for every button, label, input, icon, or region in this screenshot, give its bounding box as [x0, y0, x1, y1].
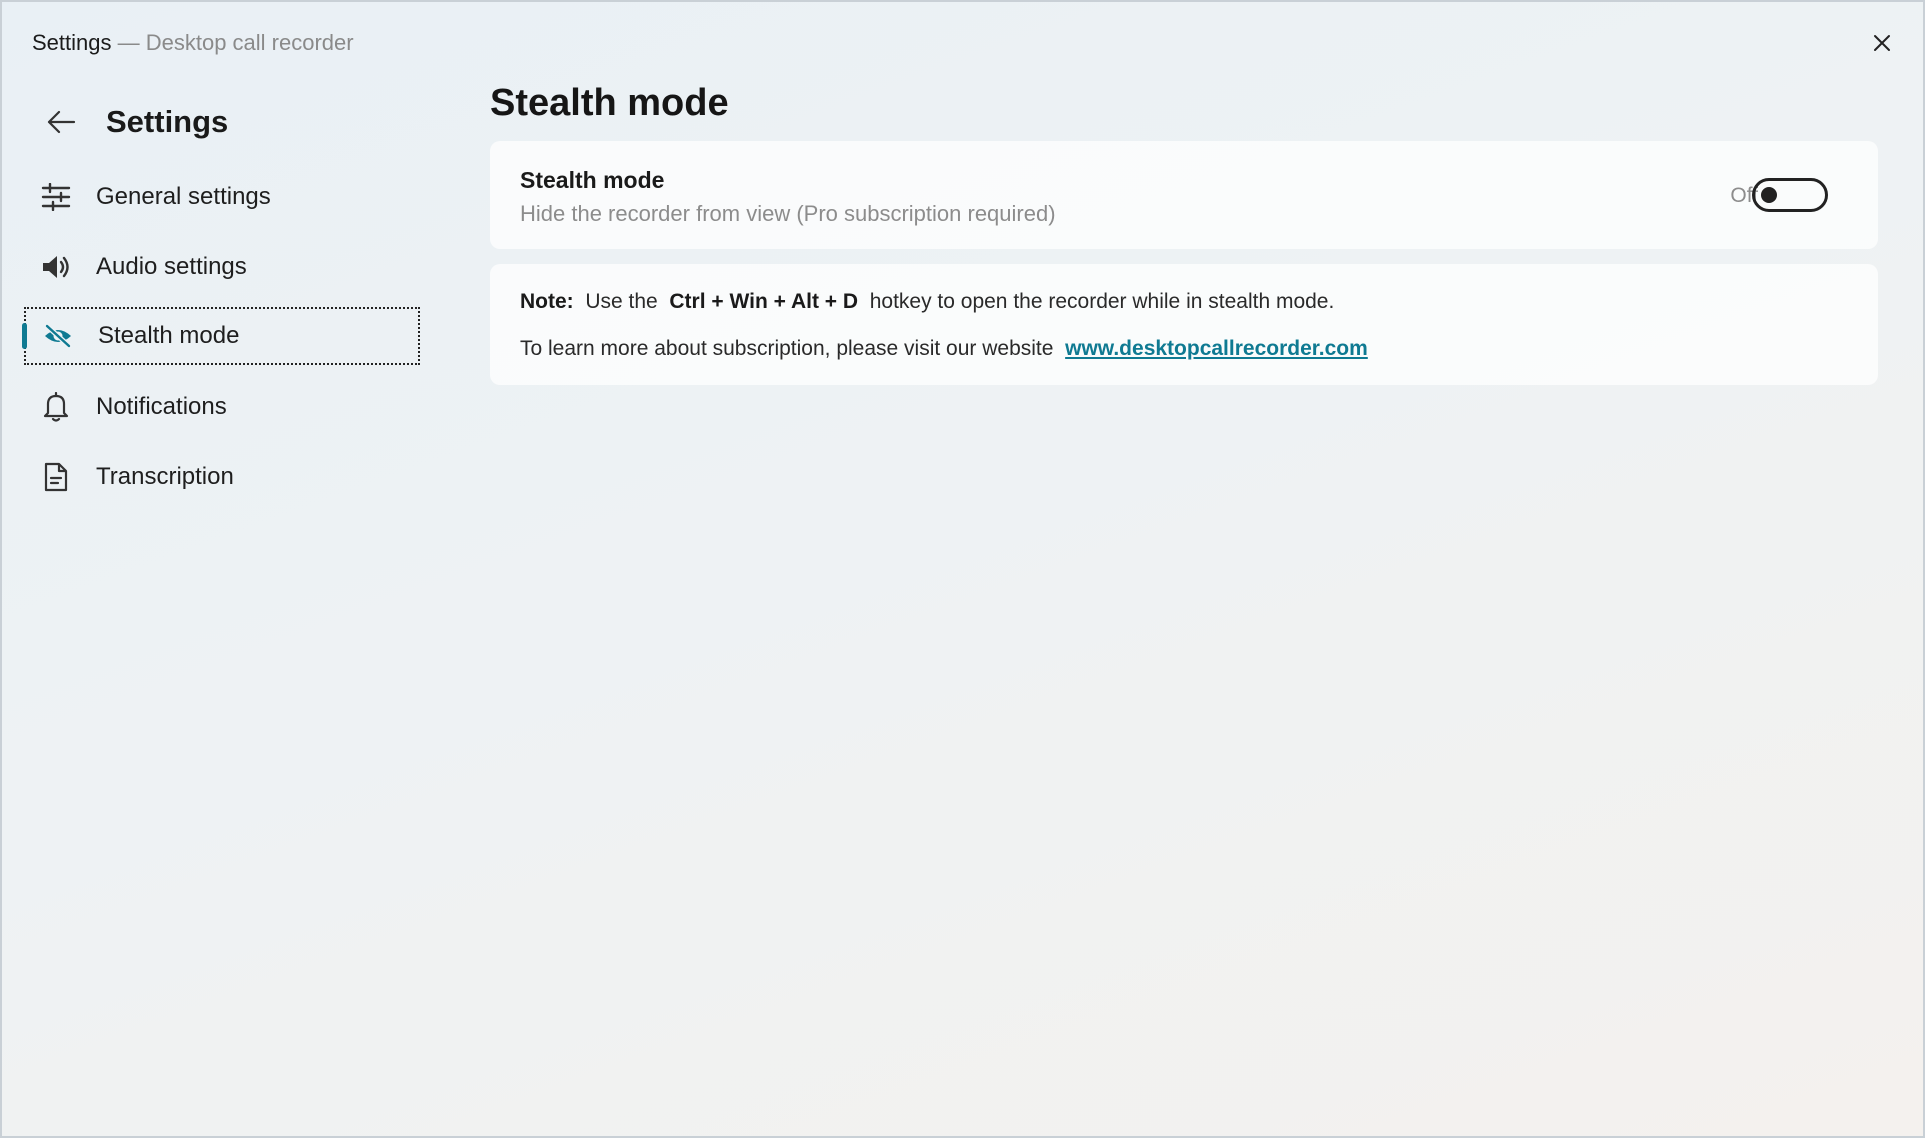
sidebar-item-audio-settings[interactable]: Audio settings [24, 238, 420, 296]
note-prefix: Use the [585, 290, 658, 313]
sidebar-item-label: Transcription [96, 463, 234, 490]
toggle-knob [1761, 187, 1777, 203]
sidebar-title: Settings [106, 104, 229, 139]
active-indicator [22, 323, 27, 349]
bell-icon [36, 387, 76, 427]
stealth-mode-card: Stealth mode Hide the recorder from view… [490, 141, 1878, 249]
stealth-mode-description: Hide the recorder from view (Pro subscri… [520, 201, 1056, 226]
arrow-left-icon [47, 110, 76, 134]
title-bar: Settings — Desktop call recorder [2, 2, 1923, 82]
sidebar-header: Settings [32, 94, 228, 150]
settings-window: Settings — Desktop call recorder Setting… [0, 0, 1925, 1138]
document-icon [36, 457, 76, 497]
note-label: Note: [520, 290, 574, 313]
sidebar-item-label: Stealth mode [98, 322, 240, 349]
sidebar-item-stealth-mode[interactable]: Stealth mode [22, 307, 420, 365]
note-card: Note: Use the Ctrl + Win + Alt + D hotke… [490, 264, 1878, 385]
website-link[interactable]: www.desktopcallrecorder.com [1065, 337, 1368, 360]
window-title-subtitle: Desktop call recorder [145, 30, 354, 55]
stealth-mode-toggle[interactable] [1752, 178, 1828, 212]
sliders-icon [36, 177, 76, 217]
sidebar-item-transcription[interactable]: Transcription [24, 448, 420, 506]
window-title-separator: — [111, 30, 146, 55]
sidebar-item-label: Notifications [96, 393, 227, 420]
sidebar-item-notifications[interactable]: Notifications [24, 378, 420, 436]
close-icon [1874, 35, 1890, 51]
window-title: Settings — Desktop call recorder [32, 30, 354, 56]
sidebar-item-general-settings[interactable]: General settings [24, 168, 420, 226]
learn-more-line: To learn more about subscription, please… [520, 337, 1368, 361]
stealth-mode-title: Stealth mode [520, 167, 665, 193]
eye-off-icon [38, 316, 78, 356]
window-title-app: Settings [32, 30, 112, 55]
learn-more-text: To learn more about subscription, please… [520, 337, 1054, 360]
sidebar: Settings General settings Audio settings… [2, 82, 442, 1132]
sidebar-item-label: Audio settings [96, 253, 247, 280]
speaker-icon [36, 247, 76, 287]
page-title: Stealth mode [490, 82, 729, 124]
back-button[interactable] [32, 94, 90, 150]
hotkey-text: Ctrl + Win + Alt + D [669, 290, 859, 313]
note-suffix: hotkey to open the recorder while in ste… [869, 290, 1335, 313]
close-button[interactable] [1863, 24, 1901, 62]
sidebar-item-label: General settings [96, 183, 271, 210]
note-line: Note: Use the Ctrl + Win + Alt + D hotke… [520, 290, 1334, 314]
